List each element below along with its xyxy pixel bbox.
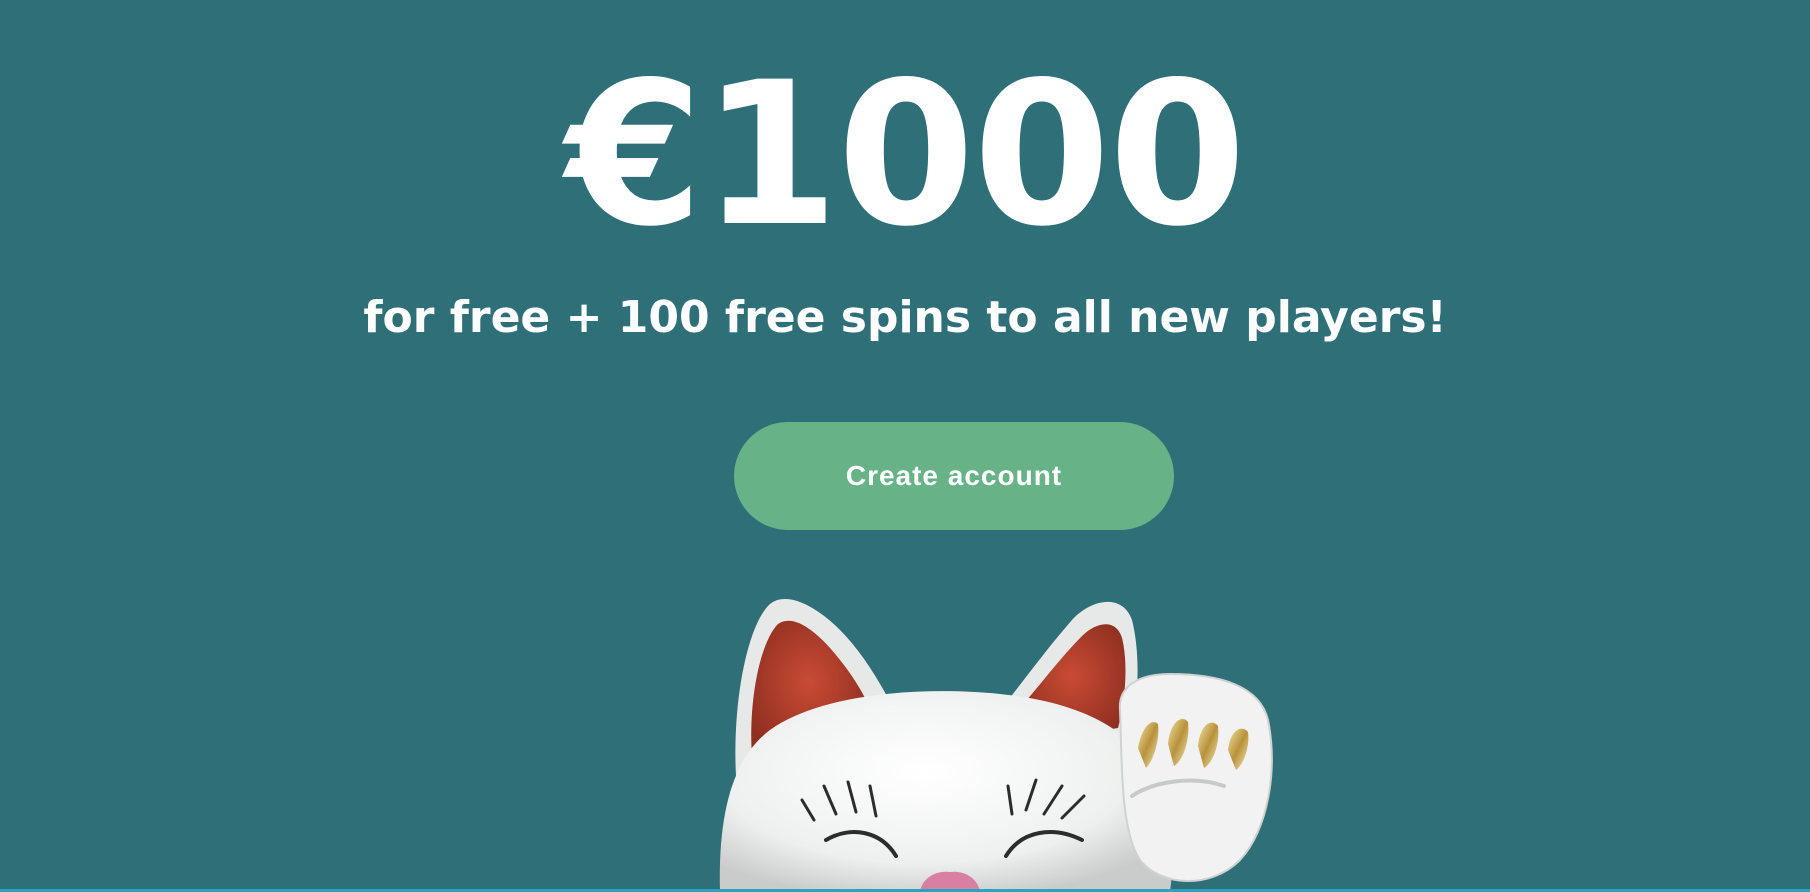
create-account-button[interactable]: Create account — [734, 422, 1174, 530]
bonus-amount: €1000 — [565, 39, 1247, 270]
hero-banner: €1000 for free + 100 free spins to all n… — [0, 0, 1810, 892]
bonus-subtitle: for free + 100 free spins to all new pla… — [363, 292, 1447, 343]
lucky-cat-image — [719, 599, 1273, 892]
cat-raised-paw — [1118, 672, 1273, 882]
